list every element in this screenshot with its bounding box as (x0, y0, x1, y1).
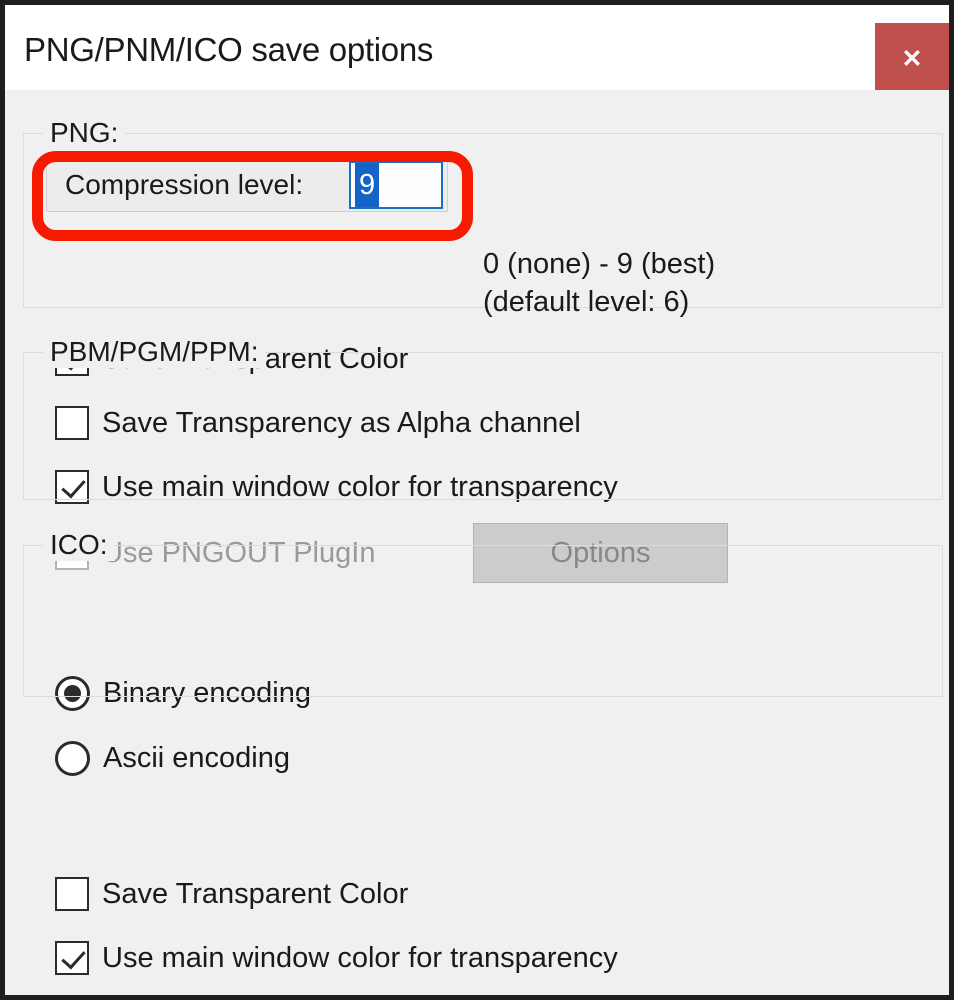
page-title: PNG/PNM/ICO save options (24, 31, 434, 68)
radio-row-ascii-encoding[interactable]: Ascii encoding (55, 738, 290, 778)
checkbox-ico-save-transparent-color[interactable] (55, 877, 89, 911)
png-group-label: PNG: (43, 117, 126, 149)
pbm-group-label: PBM/PGM/PPM: (43, 336, 266, 368)
ico-group-label: ICO: (43, 529, 115, 561)
checkbox-row-ico-save-transparent-color[interactable]: Save Transparent Color (55, 874, 408, 914)
checkbox-ico-use-main-window-color[interactable] (55, 941, 89, 975)
dialog-body: PNG: Compression level: 9 0 (none) - 9 (… (5, 90, 949, 995)
compression-hint-line2: (default level: 6) (483, 286, 690, 318)
compression-hint: 0 (none) - 9 (best) (default level: 6) (483, 245, 715, 321)
close-icon: ✕ (901, 44, 923, 73)
title-bar: PNG/PNM/ICO save options ✕ (5, 5, 949, 95)
checkbox-label-ico-use-main-window-color: Use main window color for transparency (102, 941, 618, 974)
radio-label-ascii-encoding: Ascii encoding (103, 741, 290, 774)
checkbox-row-ico-use-main-window-color[interactable]: Use main window color for transparency (55, 938, 618, 978)
compression-level-value: 9 (355, 163, 380, 207)
compression-level-label: Compression level: (65, 169, 304, 200)
save-options-dialog: PNG/PNM/ICO save options ✕ PNG: Compress… (0, 0, 954, 1000)
radio-ascii-encoding[interactable] (55, 740, 90, 776)
compression-level-input[interactable]: 9 (349, 161, 443, 209)
ico-group: ICO: (23, 529, 943, 697)
compression-hint-line1: 0 (none) - 9 (best) (483, 248, 716, 280)
checkbox-label-ico-save-transparent-color: Save Transparent Color (102, 877, 409, 910)
pbm-group: PBM/PGM/PPM: (23, 336, 943, 500)
close-button[interactable]: ✕ (875, 23, 949, 95)
compression-level-row: Compression level: 9 (46, 156, 448, 212)
